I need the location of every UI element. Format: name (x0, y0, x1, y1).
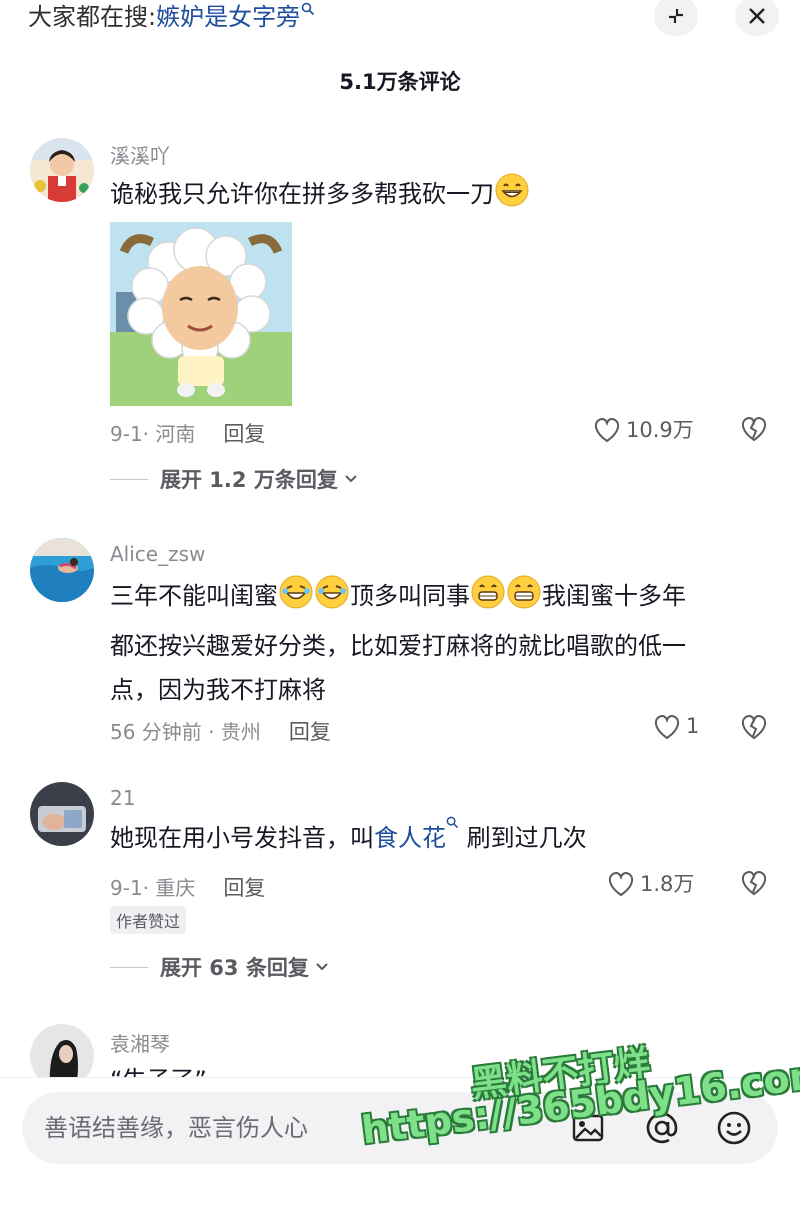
top-bar: 大家都在搜:嫉妒是女字旁 (0, 0, 800, 40)
expand-replies-label: 展开 1.2 万条回复 (160, 468, 338, 492)
comment-input-bar (0, 1078, 800, 1213)
avatar[interactable] (30, 538, 94, 602)
hot-search-term-text: 嫉妒是女字旁 (156, 3, 301, 31)
expand-replies-label: 展开 63 条回复 (160, 956, 309, 980)
broken-heart-icon (741, 714, 767, 740)
comment-text: 她现在用小号发抖音，叫食人花 刷到过几次 (110, 816, 760, 860)
comment-text-b: 刷到过几次 (459, 824, 587, 852)
laugh-tears-emoji-icon (314, 574, 350, 624)
chevron-down-icon (316, 963, 328, 971)
close-button[interactable] (735, 0, 779, 36)
search-icon (446, 816, 459, 829)
hashtag-link[interactable]: 食人花 (374, 816, 459, 852)
divider-line (110, 966, 148, 968)
comment-username[interactable]: 溪溪吖 (110, 140, 170, 169)
sticker-image[interactable] (110, 222, 292, 406)
comment-username[interactable]: Alice_zsw (110, 542, 205, 566)
avatar[interactable] (30, 782, 94, 846)
comment-text-b: 顶多叫同事 (350, 582, 470, 610)
like-button[interactable]: 1.8万 (606, 868, 694, 898)
sheep-sticker-illustration (110, 222, 292, 406)
smile-icon (717, 1111, 751, 1145)
search-icon (301, 2, 315, 16)
like-count: 1 (686, 714, 700, 738)
heart-icon (654, 714, 680, 740)
comment-input[interactable] (22, 1092, 542, 1164)
comment-meta: 9-1· 河南 回复 (110, 418, 265, 448)
heart-icon (608, 871, 634, 897)
grimace-emoji-icon (470, 574, 506, 624)
expand-replies-button[interactable]: 展开 1.2 万条回复 (110, 464, 358, 494)
broken-heart-icon (741, 870, 767, 896)
avatar-image (30, 538, 94, 602)
comment-text-body: 诡秘我只允许你在拼多多帮我砍一刀 (110, 180, 494, 208)
dislike-button[interactable] (738, 868, 770, 900)
chevron-down-icon (345, 475, 357, 483)
like-count: 10.9万 (626, 418, 694, 442)
dislike-button[interactable] (738, 712, 770, 744)
comment-date-location: 9-1· 河南 (110, 422, 196, 446)
hot-search-term[interactable]: 嫉妒是女字旁 (156, 2, 315, 31)
expand-replies-button[interactable]: 展开 63 条回复 (110, 952, 329, 982)
like-count: 1.8万 (640, 872, 695, 896)
avatar[interactable] (30, 138, 94, 202)
broken-heart-icon (741, 416, 767, 442)
collapse-icon (669, 9, 683, 23)
comment-date-location: 9-1· 重庆 (110, 876, 196, 900)
comment-text-a: 她现在用小号发抖音，叫 (110, 824, 374, 852)
comment-text-line2: 都还按兴趣爱好分类，比如爱打麻将的就比唱歌的低一 (110, 632, 686, 660)
comment-count-title: 5.1万条评论 (339, 70, 461, 94)
comment-username[interactable]: 21 (110, 786, 135, 810)
avatar-image (30, 138, 94, 202)
dislike-button[interactable] (738, 414, 770, 446)
comment-text: 三年不能叫闺蜜 顶多叫同事 我闺蜜十多年都还按兴趣爱好分类，比如爱打麻将的就比唱歌的… (110, 574, 760, 712)
collapse-button[interactable] (654, 0, 698, 36)
avatar-image (30, 782, 94, 846)
close-icon (749, 8, 765, 24)
hot-search[interactable]: 大家都在搜:嫉妒是女字旁 (28, 2, 315, 32)
comment-meta: 56 分钟前 · 贵州 回复 (110, 716, 331, 746)
reply-button[interactable]: 回复 (289, 720, 331, 744)
laugh-tears-emoji-icon (278, 574, 314, 624)
comment-username[interactable]: 袁湘琴 (110, 1028, 170, 1057)
heart-icon (594, 417, 620, 443)
like-button[interactable]: 1 (652, 712, 699, 740)
comment-text: 诡秘我只允许你在拼多多帮我砍一刀 (110, 172, 760, 222)
image-button[interactable] (568, 1108, 608, 1148)
reply-button[interactable]: 回复 (223, 876, 265, 900)
emoji-button[interactable] (714, 1108, 754, 1148)
author-liked-badge: 作者赞过 (110, 906, 187, 934)
comment-meta: 9-1· 重庆 回复 (110, 872, 265, 902)
grin-emoji-icon (494, 172, 530, 222)
divider-line (110, 478, 148, 480)
hashtag-link-text: 食人花 (374, 824, 446, 852)
reply-button[interactable]: 回复 (223, 422, 265, 446)
comment-date-location: 56 分钟前 · 贵州 (110, 720, 261, 744)
comment-text-c: 我闺蜜十多年 (542, 582, 686, 610)
comment-text-line3: 点，因为我不打麻将 (110, 676, 326, 704)
hot-search-prefix: 大家都在搜: (28, 3, 157, 31)
image-icon (572, 1114, 604, 1142)
like-button[interactable]: 10.9万 (592, 414, 694, 444)
comment-text-a: 三年不能叫闺蜜 (110, 582, 278, 610)
at-icon (646, 1112, 678, 1144)
mention-button[interactable] (642, 1108, 682, 1148)
grimace-emoji-icon (506, 574, 542, 624)
